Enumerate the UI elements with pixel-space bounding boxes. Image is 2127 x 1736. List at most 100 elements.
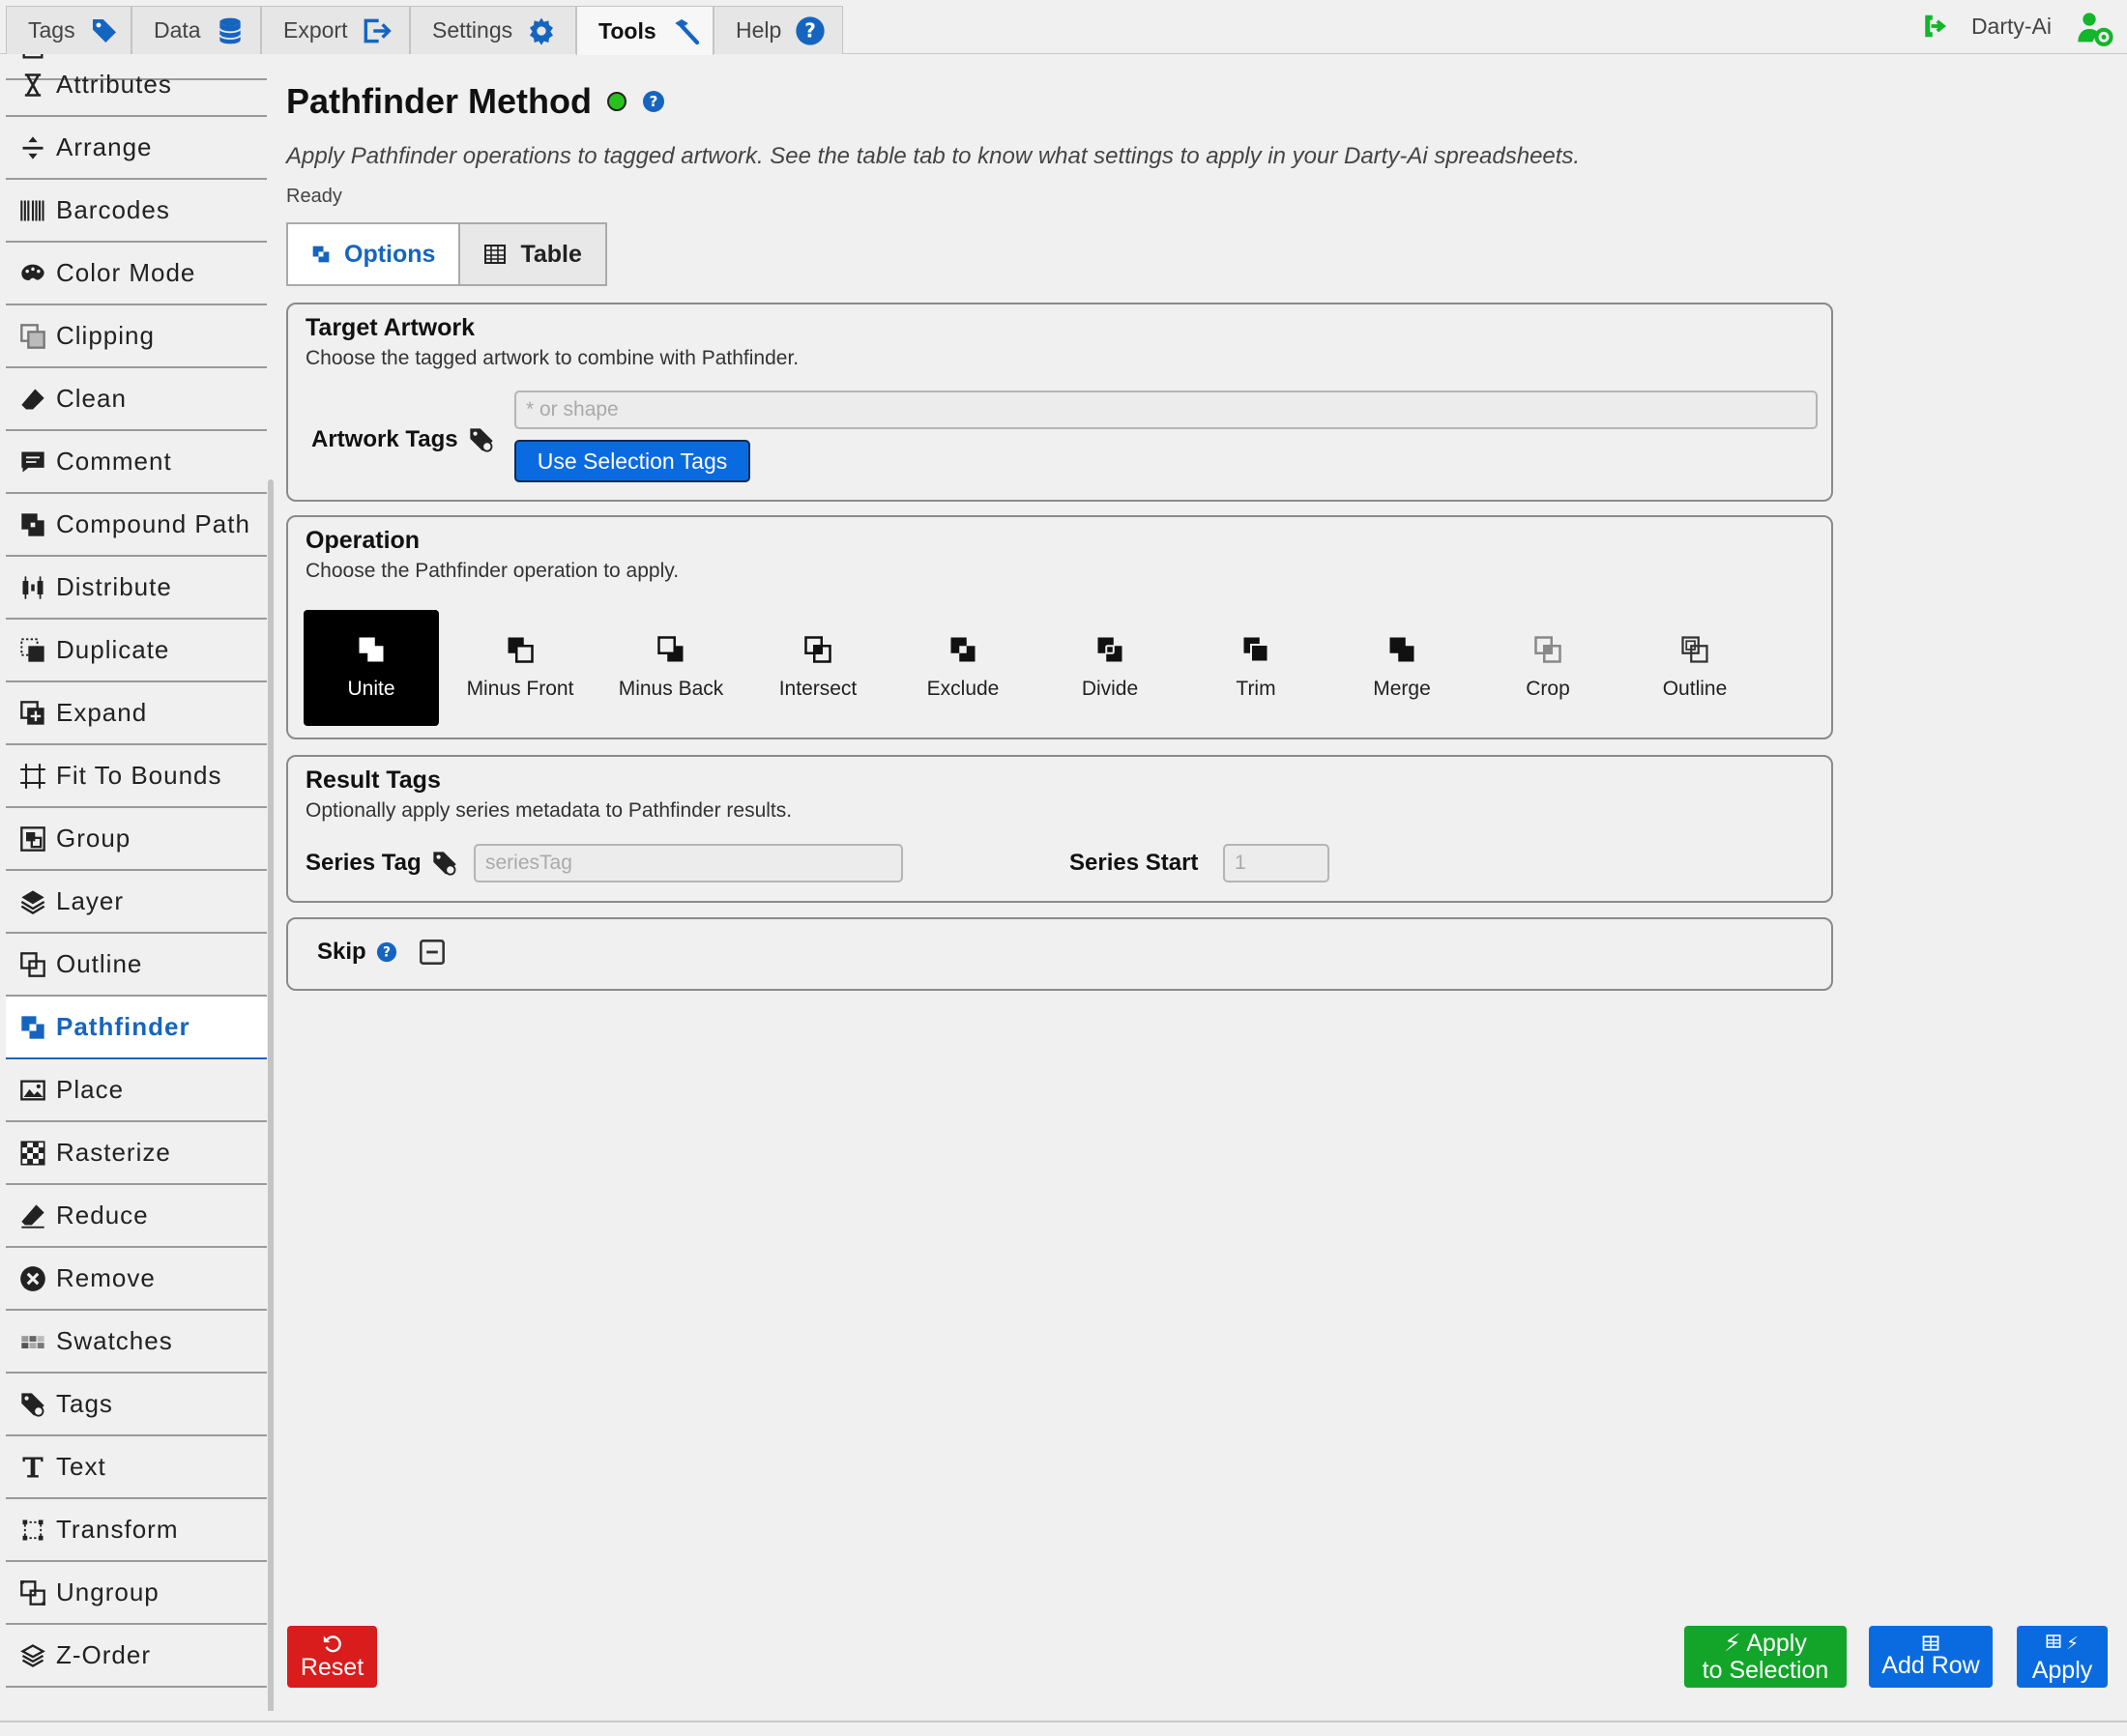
op-outline[interactable]: Outline [1627, 610, 1763, 726]
sidebar-item-place[interactable]: Place [6, 1059, 267, 1122]
series-tag-input[interactable]: seriesTag [474, 844, 903, 882]
sidebar-item-clipping[interactable]: Clipping [6, 305, 267, 368]
section-subtitle: Choose the tagged artwork to combine wit… [306, 347, 800, 369]
sidebar-item-label: Attributes [56, 70, 172, 99]
sidebar-item-fit-to-bounds[interactable]: Fit To Bounds [6, 745, 267, 808]
main-content: Pathfinder Method ? Apply Pathfinder ope… [286, 54, 2123, 1697]
tab-table[interactable]: Table [458, 224, 605, 284]
sidebar-item-label: Group [56, 824, 131, 853]
artwork-tags-input[interactable]: * or shape [514, 391, 1818, 429]
sidebar-item-swatches[interactable]: Swatches [6, 1311, 267, 1374]
sidebar-item-comment[interactable]: Comment [6, 431, 267, 494]
sidebar-item-pathfinder[interactable]: Pathfinder [6, 997, 267, 1059]
sidebar-item-rasterize[interactable]: Rasterize [6, 1122, 267, 1185]
z-order-icon [20, 1643, 45, 1667]
sidebar-item-label: Ungroup [56, 1577, 160, 1606]
apply-button[interactable]: ⚡ Apply [2017, 1626, 2108, 1688]
sidebar-item-compound-path[interactable]: Compound Path [6, 494, 267, 557]
merge-icon [1389, 637, 1414, 662]
tab-tags[interactable]: Tags [6, 6, 131, 54]
sidebar-item-transform[interactable]: Transform [6, 1499, 267, 1562]
undo-icon [323, 1635, 341, 1653]
pathfinder-icon [312, 246, 330, 263]
status-indicator [606, 92, 626, 111]
title-row: Pathfinder Method ? [286, 81, 665, 122]
op-label: Trim [1236, 678, 1276, 700]
help-icon[interactable]: ? [642, 90, 665, 113]
sidebar-item-ungroup[interactable]: Ungroup [6, 1562, 267, 1625]
user-account[interactable]: Darty-Ai [1919, 12, 2052, 41]
op-crop[interactable]: Crop [1480, 610, 1616, 726]
remove-icon [20, 1265, 45, 1291]
sidebar-item-label: Text [56, 1452, 106, 1481]
text-icon [22, 1457, 44, 1477]
op-divide[interactable]: Divide [1042, 610, 1178, 726]
sidebar-item-barcodes[interactable]: Barcodes [6, 180, 267, 243]
sidebar-item-duplicate[interactable]: Duplicate [6, 620, 267, 682]
sidebar-item-remove[interactable]: Remove [6, 1248, 267, 1311]
trim-icon [1243, 637, 1269, 663]
minus-front-icon [508, 637, 534, 663]
sidebar-item-label: Expand [56, 698, 148, 727]
tab-data[interactable]: Data [131, 6, 261, 54]
sidebar-item-text[interactable]: Text [6, 1436, 267, 1499]
op-label: Outline [1662, 678, 1728, 700]
section-subtitle: Choose the Pathfinder operation to apply… [306, 560, 680, 582]
tab-options[interactable]: Options [288, 224, 459, 284]
use-selection-tags-button[interactable]: Use Selection Tags [514, 440, 750, 482]
sidebar-item-clean[interactable]: Clean [6, 368, 267, 431]
tab-options-label: Options [344, 240, 436, 268]
op-minus-back[interactable]: Minus Back [603, 610, 739, 726]
tab-tags-label: Tags [28, 17, 75, 43]
fit-bounds-icon [20, 763, 45, 789]
sidebar-item-label: Clipping [56, 321, 155, 350]
hammer-icon [674, 19, 699, 45]
sidebar-item-arrange[interactable]: Arrange [6, 117, 267, 180]
sidebar-item-label: Rasterize [56, 1138, 171, 1167]
add-row-button[interactable]: Add Row [1869, 1626, 1993, 1688]
sidebar-item-layer[interactable]: Layer [6, 871, 267, 934]
tab-tools-label: Tools [598, 17, 656, 43]
tag-icon [92, 18, 116, 43]
distribute-icon [22, 575, 44, 599]
sidebar-item-label: Tags [56, 1389, 113, 1418]
op-minus-front[interactable]: Minus Front [452, 610, 588, 726]
result-tags-panel: Result Tags Optionally apply series meta… [286, 755, 1833, 903]
sidebar-item-group[interactable]: Group [6, 808, 267, 871]
series-start-input[interactable]: 1 [1223, 844, 1329, 882]
sidebar-item-reduce[interactable]: Reduce [6, 1185, 267, 1248]
sidebar-item-tags[interactable]: Tags [6, 1374, 267, 1436]
op-unite[interactable]: Unite [304, 610, 439, 726]
ungroup-icon [20, 1579, 45, 1606]
login-icon [1925, 14, 1946, 38]
sidebar-item-z-order[interactable]: Z-Order [6, 1625, 267, 1688]
section-title: Result Tags [306, 767, 441, 794]
user-settings-icon[interactable] [2075, 10, 2113, 48]
op-exclude[interactable]: Exclude [895, 610, 1031, 726]
op-merge[interactable]: Merge [1334, 610, 1470, 726]
op-intersect[interactable]: Intersect [750, 610, 886, 726]
outline-op-icon [1681, 636, 1708, 663]
sidebar-item-outline[interactable]: Outline [6, 934, 267, 997]
op-label: Crop [1526, 678, 1570, 700]
tab-help[interactable]: Help ? [714, 6, 843, 54]
help-icon[interactable]: ? [376, 941, 397, 963]
sidebar-item-label: Layer [56, 886, 125, 915]
skip-checkbox[interactable] [419, 939, 446, 966]
sidebar-item-label: Distribute [56, 572, 172, 601]
apply-to-selection-button[interactable]: ⚡ Apply to Selection [1684, 1626, 1847, 1688]
tab-tools[interactable]: Tools [576, 6, 714, 55]
reset-button[interactable]: Reset [287, 1626, 377, 1688]
compound-path-icon [21, 512, 44, 536]
sidebar-item-label: Place [56, 1075, 125, 1104]
sidebar-item-distribute[interactable]: Distribute [6, 557, 267, 620]
tab-settings[interactable]: Settings [410, 6, 576, 54]
sidebar-item-attributes[interactable]: Attributes [6, 54, 267, 117]
sidebar-scrollbar[interactable] [268, 479, 274, 1711]
sidebar-item-label: Compound Path [56, 509, 250, 538]
sidebar-item-color-mode[interactable]: Color Mode [6, 243, 267, 305]
op-trim[interactable]: Trim [1188, 610, 1324, 726]
series-tag-label-text: Series Tag [306, 850, 422, 876]
sidebar-item-expand[interactable]: Expand [6, 682, 267, 745]
tab-export[interactable]: Export [261, 6, 410, 54]
